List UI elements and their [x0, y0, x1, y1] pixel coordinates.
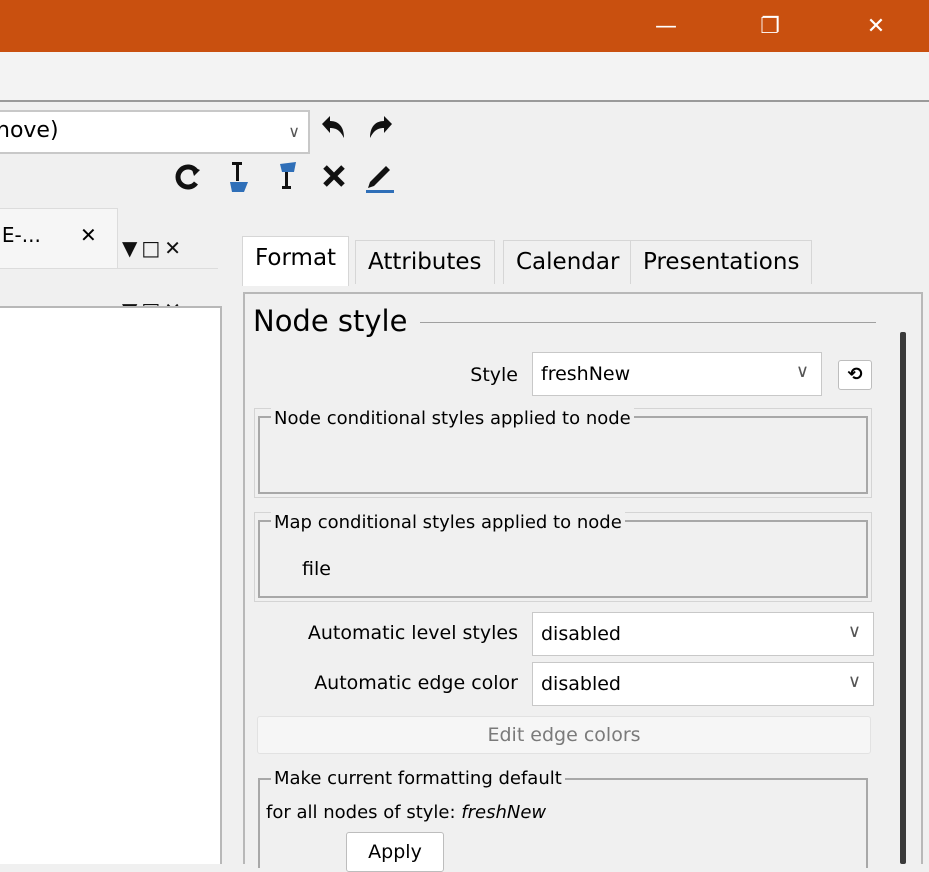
title-bar: — ❐ ✕	[0, 0, 929, 52]
section-divider	[420, 322, 876, 323]
edit-filter-button[interactable]	[364, 160, 396, 200]
auto-level-select[interactable]: disabled ∨	[532, 612, 874, 656]
dock-controls-top[interactable]: ▼□✕	[122, 236, 185, 260]
refresh-button[interactable]	[174, 162, 204, 198]
for-all-label: for all nodes of style:	[266, 802, 462, 823]
reset-style-button[interactable]: ⟲	[838, 360, 872, 390]
restore-icon: ❐	[760, 13, 780, 39]
apply-button[interactable]: Apply	[346, 832, 444, 872]
map-tab-label: IE-...	[0, 223, 41, 247]
tab-presentations-label: Presentations	[643, 249, 800, 275]
chevron-down-icon: ∨	[288, 122, 300, 141]
for-all-style-name: freshNew	[461, 802, 547, 823]
make-default-title: Make current formatting default	[271, 768, 565, 789]
tab-calendar[interactable]: Calendar	[503, 240, 633, 284]
tab-format[interactable]: Format	[242, 236, 350, 286]
filter-down-icon	[230, 162, 248, 192]
reset-icon: ⟲	[847, 364, 863, 385]
close-window-button[interactable]: ✕	[848, 0, 904, 52]
scrollbar[interactable]	[900, 332, 906, 864]
filter-up-icon	[280, 162, 296, 189]
minimize-button[interactable]: —	[638, 0, 694, 52]
auto-edge-value: disabled	[541, 673, 621, 695]
auto-level-value: disabled	[541, 623, 621, 645]
for-all-nodes-text: for all nodes of style: freshNew	[266, 802, 546, 823]
map-canvas[interactable]	[0, 306, 222, 864]
edit-edge-colors-button[interactable]: Edit edge colors	[257, 716, 871, 754]
left-panel-header	[0, 268, 218, 306]
map-conditional-title: Map conditional styles applied to node	[271, 512, 625, 533]
filter-combo[interactable]: nove) ∨	[0, 110, 310, 154]
auto-edge-label: Automatic edge color	[314, 672, 518, 694]
auto-edge-select[interactable]: disabled ∨	[532, 662, 874, 706]
tab-format-label: Format	[255, 245, 337, 271]
filter-combo-value: nove)	[0, 118, 59, 143]
tab-calendar-label: Calendar	[516, 249, 620, 275]
clear-filter-button[interactable]	[320, 162, 348, 196]
filter-down-button[interactable]	[228, 160, 252, 200]
minimize-icon: —	[655, 13, 677, 39]
redo-icon	[370, 116, 392, 138]
clear-icon	[323, 165, 345, 187]
undo-button[interactable]	[318, 112, 348, 148]
chevron-down-icon: ∨	[847, 621, 861, 642]
style-select-value: freshNew	[541, 363, 631, 385]
close-icon: ✕	[866, 13, 886, 39]
tab-presentations[interactable]: Presentations	[630, 240, 813, 284]
undo-icon	[322, 116, 344, 138]
chevron-down-icon: ∨	[795, 361, 809, 382]
menu-bar	[0, 52, 929, 102]
tab-attributes-label: Attributes	[368, 249, 482, 275]
style-select[interactable]: freshNew ∨	[532, 352, 822, 396]
edit-icon	[366, 166, 394, 193]
filter-up-button[interactable]	[276, 160, 300, 200]
auto-level-label: Automatic level styles	[307, 622, 518, 644]
section-title: Node style	[253, 304, 418, 338]
map-tab[interactable]: IE-... ✕	[0, 208, 118, 268]
tab-close-icon[interactable]: ✕	[80, 223, 97, 247]
map-conditional-value: file	[302, 558, 331, 580]
tab-attributes[interactable]: Attributes	[355, 240, 495, 284]
chevron-down-icon: ∨	[847, 671, 861, 692]
refresh-icon	[175, 164, 200, 190]
redo-button[interactable]	[366, 112, 396, 148]
restore-button[interactable]: ❐	[742, 0, 798, 52]
node-conditional-title: Node conditional styles applied to node	[271, 408, 634, 429]
style-label: Style	[470, 364, 518, 386]
